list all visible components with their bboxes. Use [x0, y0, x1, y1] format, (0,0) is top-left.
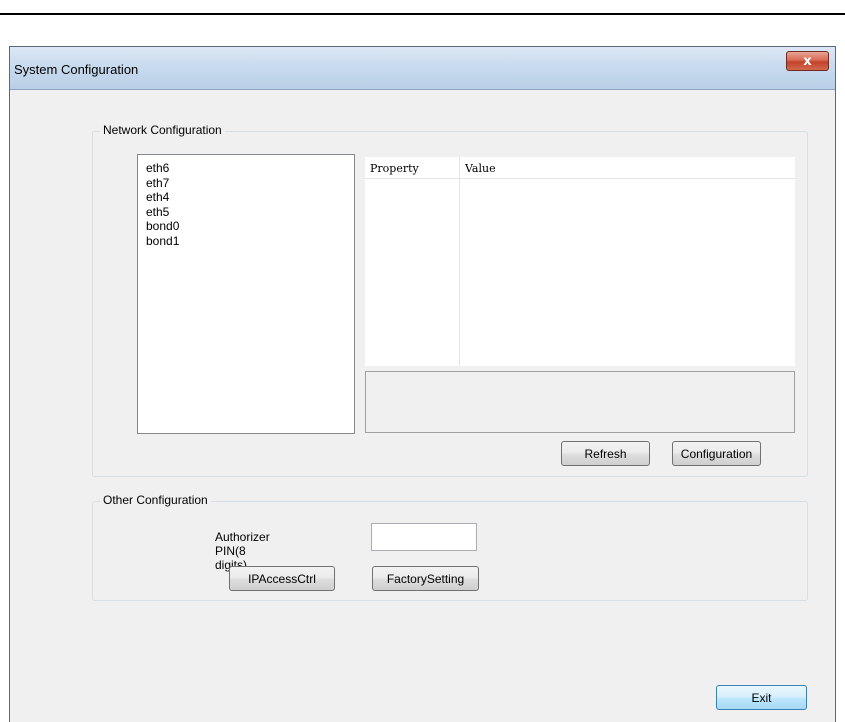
other-configuration-legend: Other Configuration — [100, 493, 211, 507]
column-header-property[interactable]: Property — [370, 162, 419, 175]
title-bar[interactable]: System Configuration x — [10, 47, 835, 90]
close-button[interactable]: x — [786, 51, 829, 71]
interface-list[interactable]: eth6 eth7 eth4 eth5 bond0 bond1 — [137, 154, 355, 434]
authorizer-pin-input[interactable] — [371, 523, 477, 551]
property-table-header: Property Value — [365, 157, 795, 179]
ip-access-ctrl-button[interactable]: IPAccessCtrl — [229, 566, 335, 591]
configuration-button[interactable]: Configuration — [672, 441, 761, 466]
interface-item-eth5[interactable]: eth5 — [146, 205, 354, 220]
interface-item-bond0[interactable]: bond0 — [146, 219, 354, 234]
top-separator-line — [0, 13, 845, 15]
property-table[interactable]: Property Value — [365, 157, 795, 366]
column-header-value[interactable]: Value — [465, 162, 496, 175]
factory-setting-button[interactable]: FactorySetting — [372, 566, 479, 591]
column-divider — [459, 157, 460, 366]
refresh-button[interactable]: Refresh — [561, 441, 650, 466]
details-box — [365, 371, 795, 433]
interface-item-eth7[interactable]: eth7 — [146, 176, 354, 191]
interface-item-eth4[interactable]: eth4 — [146, 190, 354, 205]
interface-item-bond1[interactable]: bond1 — [146, 234, 354, 249]
network-configuration-legend: Network Configuration — [100, 123, 225, 137]
exit-button[interactable]: Exit — [716, 685, 807, 710]
window-title: System Configuration — [14, 62, 139, 77]
close-icon: x — [803, 53, 812, 69]
interface-item-eth6[interactable]: eth6 — [146, 161, 354, 176]
